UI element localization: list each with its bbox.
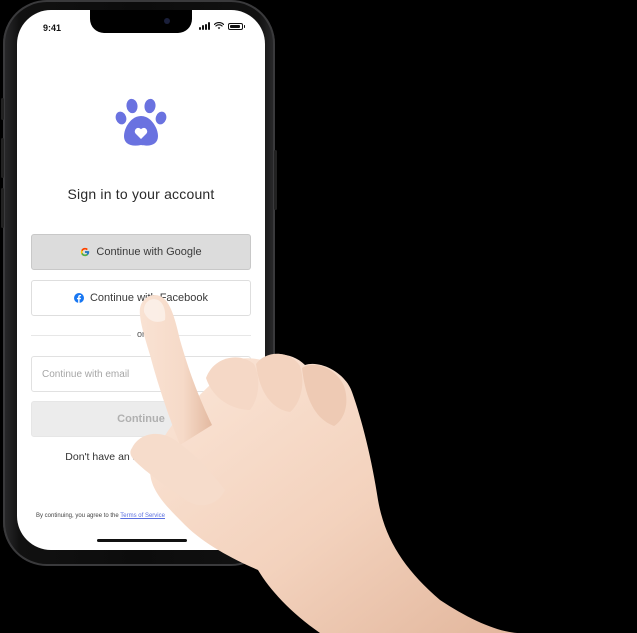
battery-icon — [228, 22, 245, 30]
volume-up-button — [1, 138, 4, 178]
wifi-icon — [214, 22, 224, 30]
status-icons — [199, 22, 245, 30]
divider-label: or — [17, 329, 265, 339]
notch — [90, 10, 192, 33]
continue-button[interactable]: Continue — [31, 401, 251, 437]
status-time: 9:41 — [43, 23, 62, 33]
terms-prefix: By continuing, you agree to the — [36, 513, 119, 519]
signup-link[interactable]: Sign up — [178, 451, 217, 463]
continue-with-google-button[interactable]: Continue with Google — [31, 234, 251, 270]
stage: 9:41 Sign in to your account Continue wi… — [0, 0, 637, 633]
power-button — [274, 150, 277, 210]
continue-with-facebook-button[interactable]: Continue with Facebook — [31, 280, 251, 316]
terms-of-service-link[interactable]: Terms of Service — [120, 513, 165, 519]
phone-frame: 9:41 Sign in to your account Continue wi… — [1, 0, 277, 566]
divider-text: or — [130, 329, 151, 339]
volume-down-button — [1, 188, 4, 228]
email-input[interactable] — [31, 356, 251, 392]
facebook-logo-icon — [73, 293, 84, 303]
page-title: Sign in to your account — [67, 186, 215, 202]
cellular-signal-icon — [199, 22, 210, 30]
paw-heart-icon — [115, 98, 167, 146]
facebook-button-label: Continue with Facebook — [89, 292, 208, 304]
home-indicator — [97, 539, 187, 542]
continue-button-label: Continue — [117, 413, 165, 425]
google-button-label: Continue with Google — [96, 246, 202, 258]
front-camera — [164, 18, 170, 24]
mute-switch — [1, 98, 4, 120]
signup-prompt-text: Don't have an account? — [65, 451, 176, 463]
signup-prompt: Don't have an account? Sign up — [17, 451, 265, 463]
google-logo-icon — [81, 247, 90, 257]
phone-screen: 9:41 Sign in to your account Continue wi… — [17, 10, 265, 550]
terms-notice: By continuing, you agree to the Terms of… — [36, 513, 165, 519]
